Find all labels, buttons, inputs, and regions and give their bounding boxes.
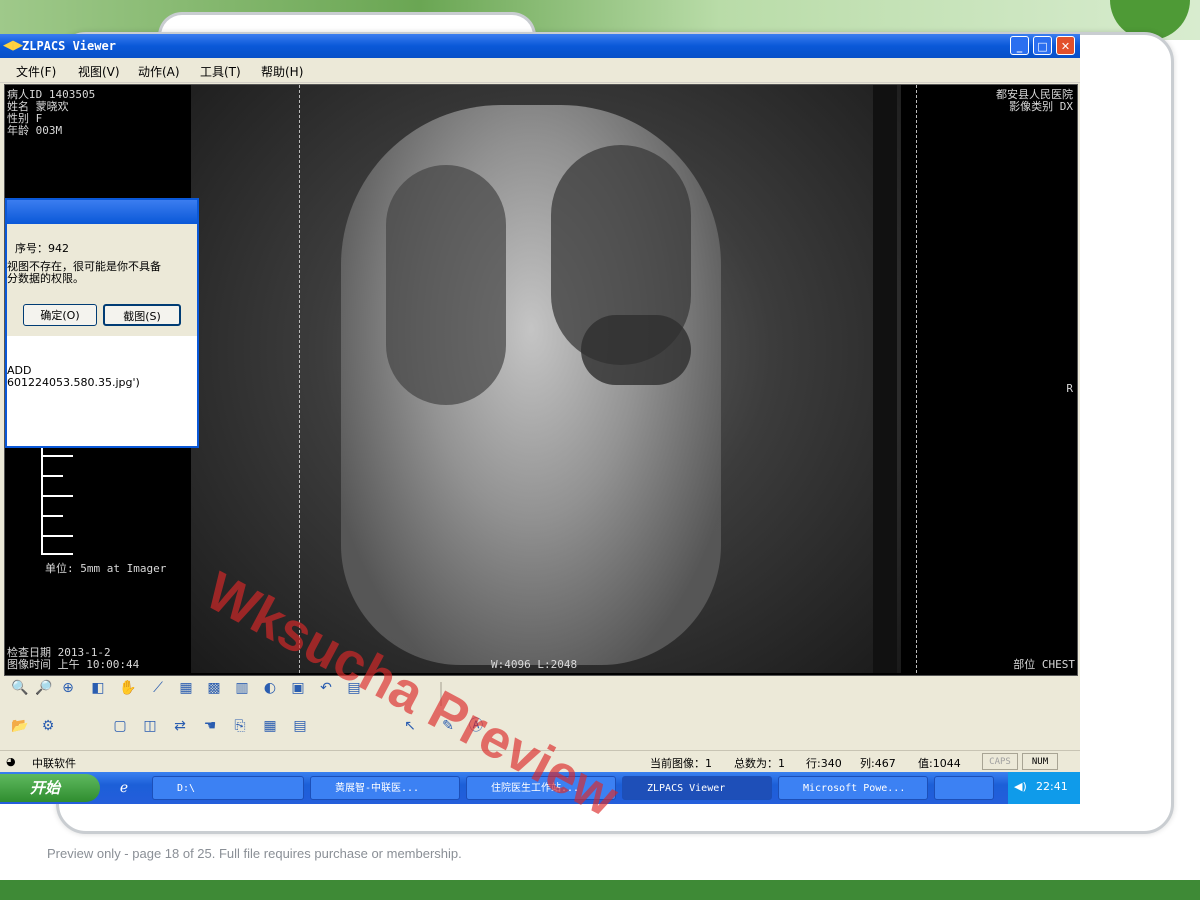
sync-icon[interactable]: ⇄	[170, 716, 190, 736]
invert-icon[interactable]: ◐	[260, 678, 280, 698]
dialog-serial: 序号：942	[15, 242, 69, 255]
task-huang[interactable]: 黄展智-中联医...	[310, 776, 460, 800]
app-icon: ◀▶	[3, 38, 23, 53]
grid-icon[interactable]: ▦	[260, 716, 280, 736]
volume-icon[interactable]: ◀)	[1014, 780, 1027, 793]
value-readout: 值:1044	[918, 757, 961, 770]
menu-bar: 文件(F) 视图(V) 动作(A) 工具(T) 帮助(H)	[0, 58, 1080, 83]
error-dialog: 序号：942 视图不存在，很可能是你不具备 分数据的权限。 确定(O) 截图(S…	[5, 198, 199, 448]
dotted-frame	[299, 85, 917, 673]
slide-bottom-bar	[0, 880, 1200, 900]
orientation-marker: R	[1066, 382, 1073, 395]
minimize-button[interactable]: _	[1010, 36, 1029, 55]
company-label: 中联软件	[32, 757, 76, 770]
num-indicator: NUM	[1022, 753, 1058, 770]
hospital-info-overlay: 都安县人民医院 影像类别 DX	[996, 88, 1073, 113]
col-readout: 列:467	[860, 757, 896, 770]
magnifier-icon[interactable]: ⊕	[58, 678, 78, 698]
title-bar[interactable]: ◀▶ ZLPACS Viewer _ □ ✕	[0, 34, 1080, 58]
dialog-title-bar[interactable]	[7, 200, 197, 224]
caps-indicator: CAPS	[982, 753, 1018, 770]
toolbar-row-1: 🔍 🔎 ⊕ ◧ ✋ ⟋ ▦ ▩ ▥ ◐ ▣ ↶ ▤	[0, 678, 1080, 712]
layout-grid-icon[interactable]: ▥	[232, 678, 252, 698]
clock: 22:41	[1036, 780, 1068, 793]
open-folder-icon[interactable]: 📂	[10, 716, 30, 736]
scale-unit-label: 单位: 5mm at Imager	[45, 562, 167, 575]
menu-tools[interactable]: 工具(T)	[200, 63, 241, 80]
dialog-detail-area: ADD 601224053.580.35.jpg')	[7, 336, 197, 446]
preview-footer-note: Preview only - page 18 of 25. Full file …	[47, 846, 462, 861]
report-icon[interactable]: ▤	[290, 716, 310, 736]
task-drive-d[interactable]: D:\	[152, 776, 304, 800]
film-icon[interactable]: ▣	[288, 678, 308, 698]
zoom-out-icon[interactable]: 🔍	[10, 678, 30, 698]
copy-icon[interactable]: ⎘	[230, 716, 250, 736]
menu-help[interactable]: 帮助(H)	[261, 63, 303, 80]
measure-icon[interactable]: ⟋	[148, 678, 168, 698]
menu-action[interactable]: 动作(A)	[138, 63, 180, 80]
tools-icon[interactable]: ⚙	[38, 716, 58, 736]
total-images: 总数为：1	[734, 757, 785, 770]
window-level-icon[interactable]: ◧	[88, 678, 108, 698]
menu-file[interactable]: 文件(F)	[16, 63, 56, 80]
patient-info-overlay: 病人ID 1403505 姓名 蒙晓欢 性别 F 年龄 003M	[7, 88, 96, 137]
hand-icon[interactable]: ☚	[200, 716, 220, 736]
layout-4-icon[interactable]: ▩	[204, 678, 224, 698]
system-tray: ◀) 22:41	[1008, 772, 1080, 804]
task-keyboard[interactable]	[934, 776, 994, 800]
zlpacs-window: ◀▶ ZLPACS Viewer _ □ ✕ 文件(F) 视图(V) 动作(A)…	[0, 34, 1080, 804]
task-powerpoint[interactable]: Microsoft Powe...	[778, 776, 928, 800]
menu-view[interactable]: 视图(V)	[78, 63, 120, 80]
start-button[interactable]: 开始	[0, 774, 100, 802]
zoom-in-icon[interactable]: 🔎	[34, 678, 54, 698]
row-readout: 行:340	[806, 757, 842, 770]
image-viewer[interactable]: 病人ID 1403505 姓名 蒙晓欢 性别 F 年龄 003M 都安县人民医院…	[4, 84, 1078, 676]
maximize-button[interactable]: □	[1033, 36, 1052, 55]
task-zlpacs[interactable]: ZLPACS Viewer	[622, 776, 772, 800]
window-level-overlay: W:4096 L:2048	[491, 658, 578, 671]
dialog-message-2: 分数据的权限。	[7, 272, 84, 285]
company-icon: ◕	[6, 755, 16, 768]
current-image: 当前图像：1	[650, 757, 712, 770]
compare-icon[interactable]: ◫	[140, 716, 160, 736]
select-frame-icon[interactable]: ▢	[110, 716, 130, 736]
pan-icon[interactable]: ✋	[118, 678, 138, 698]
ok-button[interactable]: 确定(O)	[23, 304, 97, 326]
window-title: ZLPACS Viewer	[22, 39, 116, 53]
body-part-overlay: 部位 CHEST	[1013, 658, 1075, 671]
exam-date-overlay: 检查日期 2013-1-2 图像时间 上午 10:00:44	[7, 646, 140, 671]
layout-2-icon[interactable]: ▦	[176, 678, 196, 698]
ie-icon[interactable]: ℯ	[114, 778, 134, 798]
close-button[interactable]: ✕	[1056, 36, 1075, 55]
dialog-detail-2: 601224053.580.35.jpg')	[7, 376, 140, 389]
capture-button[interactable]: 截图(S)	[103, 304, 181, 326]
